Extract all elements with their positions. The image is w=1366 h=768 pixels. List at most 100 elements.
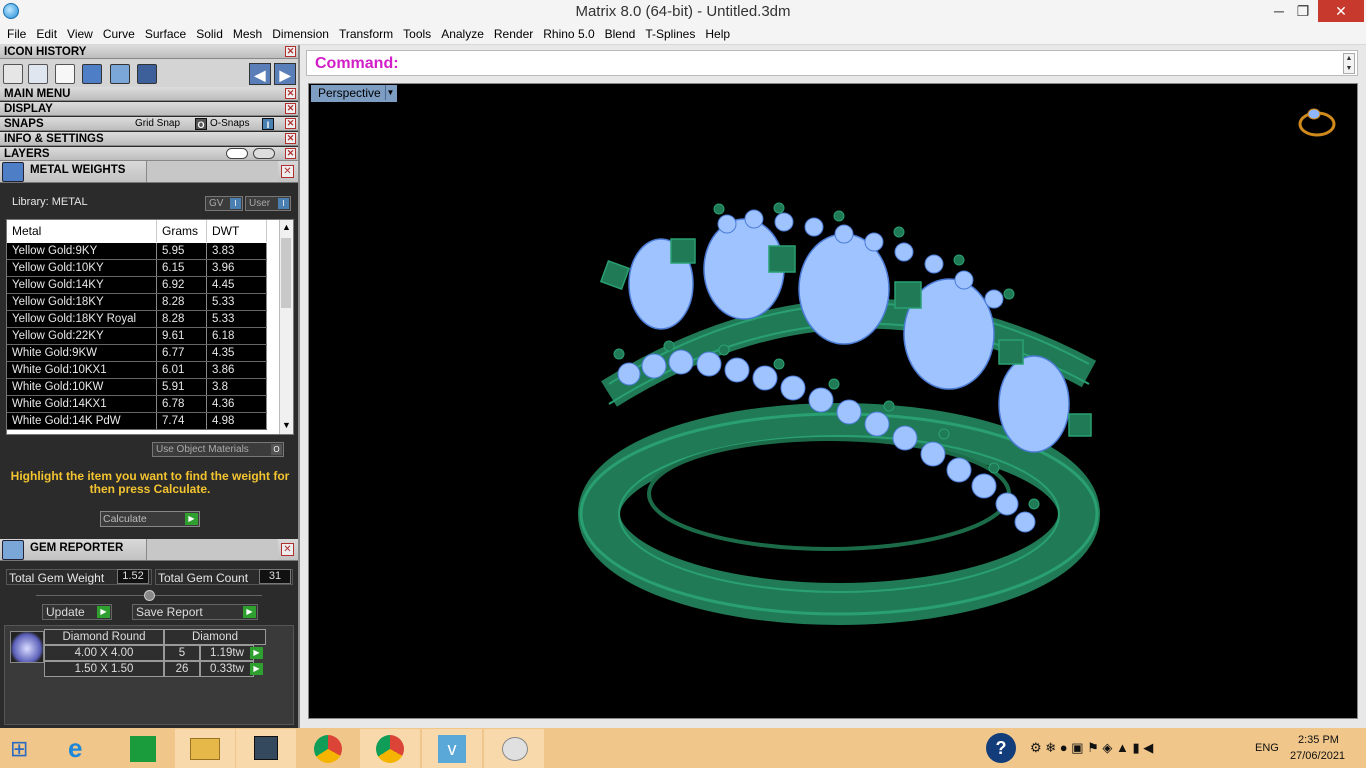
file-explorer-icon[interactable] — [175, 729, 235, 768]
column-dwt[interactable]: DWT — [207, 220, 267, 242]
gem-type-header: Diamond — [164, 629, 266, 645]
splitter-handle[interactable] — [144, 590, 155, 601]
tray-icons[interactable]: ⚙ ❄ ● ▣ ⚑ ◈ ▲ ▮ ◀ — [1030, 740, 1153, 756]
display-header[interactable]: DISPLAY ✕ — [0, 102, 298, 116]
vertical-scrollbar[interactable]: ▲ ▼ — [279, 220, 293, 434]
metal-row[interactable]: Yellow Gold:10KY 6.15 3.96 — [7, 260, 267, 277]
matrix-taskbar-icon[interactable] — [236, 729, 296, 768]
user-toggle[interactable]: User I — [245, 196, 291, 211]
paint-icon[interactable] — [484, 729, 544, 768]
perspective-viewport[interactable]: Perspective ▼ — [308, 83, 1358, 719]
info-settings-header[interactable]: INFO & SETTINGS ✕ — [0, 132, 298, 146]
menu-tsplines[interactable]: T-Splines — [640, 27, 700, 41]
close-icon[interactable]: ✕ — [285, 118, 296, 129]
back-arrow-icon[interactable]: ◀ — [249, 63, 271, 85]
scroll-down-icon[interactable]: ▼ — [282, 420, 291, 430]
gem-detail-play-icon[interactable]: ▶ — [250, 663, 263, 675]
update-button[interactable]: Update ▶ — [42, 604, 112, 620]
title-bar: Matrix 8.0 (64-bit) - Untitled.3dm ─ ❐ ✕ — [0, 0, 1366, 24]
chrome-icon-2[interactable] — [360, 729, 420, 768]
menu-help[interactable]: Help — [700, 27, 735, 41]
metal-row[interactable]: Yellow Gold:22KY 9.61 6.18 — [7, 328, 267, 345]
close-icon[interactable]: ✕ — [285, 133, 296, 144]
menu-solid[interactable]: Solid — [191, 27, 228, 41]
metal-row[interactable]: Yellow Gold:18KY Royal 8.28 5.33 — [7, 311, 267, 328]
gem-icon[interactable] — [137, 64, 157, 84]
menu-transform[interactable]: Transform — [334, 27, 398, 41]
save-report-button[interactable]: Save Report ▶ — [132, 604, 258, 620]
save-icon[interactable] — [3, 64, 23, 84]
close-icon[interactable]: ✕ — [281, 165, 294, 178]
layer-visibility-icon[interactable] — [226, 148, 248, 159]
metal-row[interactable]: White Gold:14KX1 6.78 4.36 — [7, 396, 267, 413]
gem-detail-play-icon[interactable]: ▶ — [250, 647, 263, 659]
info-settings-label: INFO & SETTINGS — [4, 133, 104, 145]
menu-mesh[interactable]: Mesh — [228, 27, 267, 41]
column-grams[interactable]: Grams — [157, 220, 207, 242]
metal-row[interactable]: White Gold:10KW 5.91 3.8 — [7, 379, 267, 396]
calculate-button[interactable]: Calculate ▶ — [100, 511, 200, 527]
close-icon[interactable]: ✕ — [285, 148, 296, 159]
menu-file[interactable]: File — [2, 27, 31, 41]
calculate-label: Calculate — [103, 513, 147, 525]
windows-start-icon[interactable]: ⊞ — [10, 736, 28, 762]
chrome-icon[interactable] — [298, 729, 358, 768]
command-bar[interactable]: Command: ▲ ▼ — [306, 50, 1358, 76]
vs-app-icon[interactable]: v — [422, 729, 482, 768]
menu-surface[interactable]: Surface — [140, 27, 191, 41]
use-object-materials-toggle[interactable]: Use Object Materials O — [152, 442, 284, 457]
menu-render[interactable]: Render — [489, 27, 538, 41]
layers-header[interactable]: LAYERS ✕ — [0, 147, 298, 161]
transform-icon[interactable] — [28, 64, 48, 84]
metal-row[interactable]: White Gold:14K PdW 7.74 4.98 — [7, 413, 267, 430]
grams-cell: 5.95 — [157, 243, 207, 259]
metal-row[interactable]: White Gold:9KW 6.77 4.35 — [7, 345, 267, 362]
o-snaps-toggle[interactable]: I — [262, 118, 274, 130]
grid-snap-toggle[interactable]: O — [195, 118, 207, 130]
column-metal[interactable]: Metal — [7, 220, 157, 242]
close-icon[interactable]: ✕ — [285, 88, 296, 99]
menu-curve[interactable]: Curve — [98, 27, 140, 41]
store-icon[interactable] — [113, 729, 173, 768]
help-icon[interactable]: ? — [986, 733, 1016, 763]
menu-analyze[interactable]: Analyze — [436, 27, 489, 41]
language-indicator[interactable]: ENG — [1255, 742, 1279, 754]
scroll-thumb[interactable] — [281, 238, 291, 308]
metal-row[interactable]: Yellow Gold:18KY 8.28 5.33 — [7, 294, 267, 311]
menu-dimension[interactable]: Dimension — [267, 27, 334, 41]
snaps-header[interactable]: SNAPS Grid Snap O O-Snaps I ✕ — [0, 117, 298, 131]
gem-reporter-icon[interactable] — [110, 64, 130, 84]
scroll-up-icon[interactable]: ▲ — [282, 222, 291, 232]
command-history-spinner[interactable]: ▲ ▼ — [1343, 53, 1355, 74]
eye-icon[interactable] — [253, 148, 275, 159]
metal-name-cell: Yellow Gold:14KY — [7, 277, 157, 293]
icon-history-header[interactable]: ICON HISTORY ✕ — [0, 45, 298, 59]
display-label: DISPLAY — [4, 103, 53, 115]
close-button[interactable]: ✕ — [1318, 0, 1364, 22]
main-menu-header[interactable]: MAIN MENU ✕ — [0, 87, 298, 101]
clock-time[interactable]: 2:35 PM — [1298, 734, 1339, 746]
metal-row[interactable]: White Gold:10KX1 6.01 3.86 — [7, 362, 267, 379]
metal-hint-text: Highlight the item you want to find the … — [10, 469, 290, 496]
menu-view[interactable]: View — [62, 27, 98, 41]
gem-reporter-title: GEM REPORTER — [30, 542, 124, 554]
close-icon[interactable]: ✕ — [281, 543, 294, 556]
menu-rhino5[interactable]: Rhino 5.0 — [538, 27, 599, 41]
total-gem-count-value: 31 — [259, 569, 291, 584]
close-icon[interactable]: ✕ — [285, 103, 296, 114]
menu-blend[interactable]: Blend — [600, 27, 641, 41]
forward-arrow-icon[interactable]: ▶ — [274, 63, 296, 85]
menu-edit[interactable]: Edit — [31, 27, 62, 41]
metal-row[interactable]: Yellow Gold:14KY 6.92 4.45 — [7, 277, 267, 294]
close-icon[interactable]: ✕ — [285, 46, 296, 57]
gv-toggle[interactable]: GV I — [205, 196, 243, 211]
maximize-button[interactable]: ❐ — [1288, 0, 1318, 22]
metal-row[interactable]: Yellow Gold:9KY 5.95 3.83 — [7, 243, 267, 260]
metal-weights-icon[interactable] — [82, 64, 102, 84]
clock-date[interactable]: 27/06/2021 — [1290, 750, 1345, 762]
internet-explorer-icon[interactable]: e — [52, 729, 112, 768]
document-icon[interactable] — [55, 64, 75, 84]
menu-tools[interactable]: Tools — [398, 27, 436, 41]
metal-name-cell: Yellow Gold:18KY — [7, 294, 157, 310]
navigation-ring-icon[interactable] — [1298, 108, 1336, 137]
